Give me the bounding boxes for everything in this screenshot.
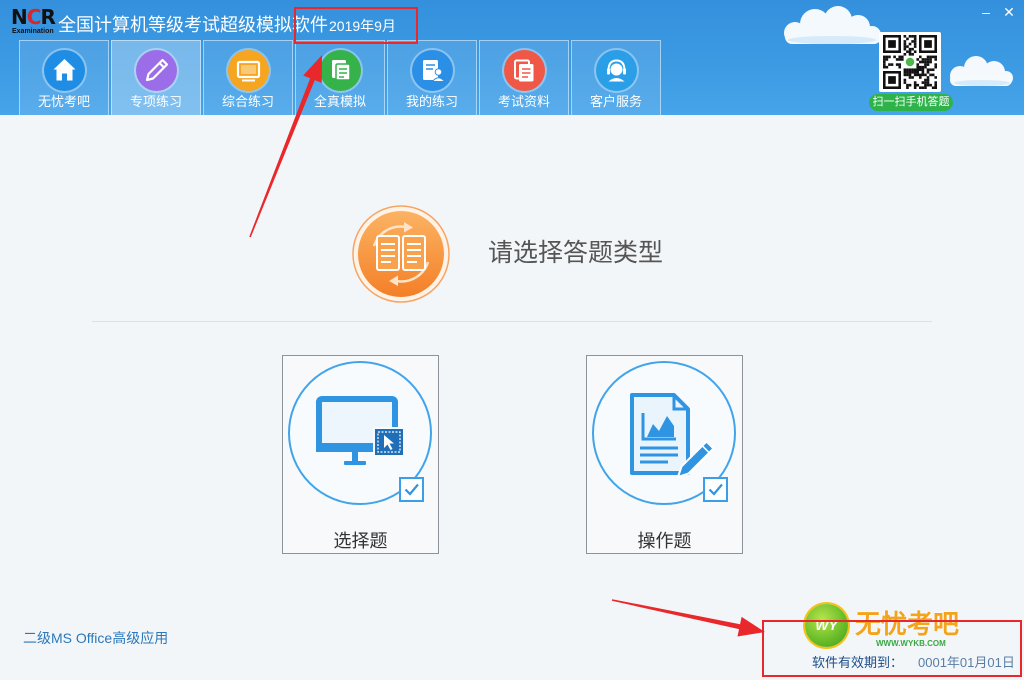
divider	[92, 321, 932, 322]
expiry-date: 0001年01月01日	[918, 655, 1015, 670]
nav-tab-comprehensive-practice[interactable]: 综合练习	[203, 40, 293, 115]
brand-name: 无忧考吧	[855, 609, 960, 639]
nav-tab-special-practice[interactable]: 专项练习	[111, 40, 201, 115]
brand-badge-text: WY	[815, 617, 838, 633]
checkmark-icon	[404, 483, 419, 496]
nav-tab-label: 客户服务	[589, 94, 642, 109]
nav-tab-label: 无忧考吧	[37, 94, 90, 109]
nav-tab-my-practice[interactable]: 我的练习	[387, 40, 477, 115]
screen-icon	[228, 50, 269, 91]
mock-exam-icon	[320, 50, 361, 91]
operation-question-card[interactable]: 操作题	[586, 355, 743, 554]
checkmark-icon	[708, 483, 723, 496]
nav-tab-customer-service[interactable]: 客户服务	[571, 40, 661, 115]
logo-letter: C	[26, 5, 42, 29]
multiple-choice-label: 选择题	[333, 531, 388, 551]
nav-tab-home[interactable]: 无忧考吧	[19, 40, 109, 115]
brand-url: WWW.WYKB.COM	[876, 639, 946, 648]
operation-question-label: 操作题	[637, 531, 692, 551]
exam-subject: 二级MS Office高级应用	[23, 630, 169, 646]
logo-tagline: Examination	[12, 28, 54, 35]
logo-letter: R	[40, 5, 55, 29]
nav-tab-label: 考试资料	[497, 94, 550, 109]
brand-badge: WY	[805, 604, 848, 647]
logo-letter: N	[11, 5, 28, 29]
nav-tab-label: 我的练习	[405, 94, 458, 109]
nav-tab-label: 全真模拟	[313, 94, 366, 109]
minimize-button[interactable]: –	[976, 3, 996, 21]
multiple-choice-card[interactable]: 选择题	[282, 355, 439, 554]
expiry-label: 软件有效期到：	[812, 655, 904, 670]
nav-tab-label: 综合练习	[221, 94, 274, 109]
operation-question-checkbox[interactable]	[703, 477, 728, 502]
home-icon	[44, 50, 85, 91]
answer-type-prompt: 请选择答题类型	[488, 239, 664, 267]
window-title-date: 2019年9月	[329, 18, 396, 34]
qr-scan-label: 扫一扫手机答题	[869, 94, 953, 111]
pencil-icon	[136, 50, 177, 91]
main-nav: 无忧考吧 专项练习 综合练习 全真模拟 我的练习 考试资料 客户服务	[19, 40, 661, 115]
app-logo: NCR Examination	[11, 6, 59, 38]
logo-mark: NCR	[11, 5, 56, 29]
close-button[interactable]: ✕	[999, 3, 1019, 21]
my-practice-icon	[412, 50, 453, 91]
app-header: NCR Examination 全国计算机等级考试超级模拟软件2019年9月 –…	[0, 0, 1024, 115]
headset-icon	[596, 50, 637, 91]
nav-tab-mock-exam[interactable]: 全真模拟	[295, 40, 385, 115]
annotation-arrow-expiry	[611, 599, 765, 637]
window-title-text: 全国计算机等级考试超级模拟软件	[58, 15, 328, 35]
nav-tab-label: 专项练习	[129, 94, 182, 109]
nav-tab-exam-materials[interactable]: 考试资料	[479, 40, 569, 115]
window-title: 全国计算机等级考试超级模拟软件2019年9月	[58, 14, 396, 36]
document-switch-icon	[351, 204, 451, 304]
multiple-choice-checkbox[interactable]	[399, 477, 424, 502]
exam-materials-icon	[504, 50, 545, 91]
qr-code-icon	[879, 32, 941, 92]
